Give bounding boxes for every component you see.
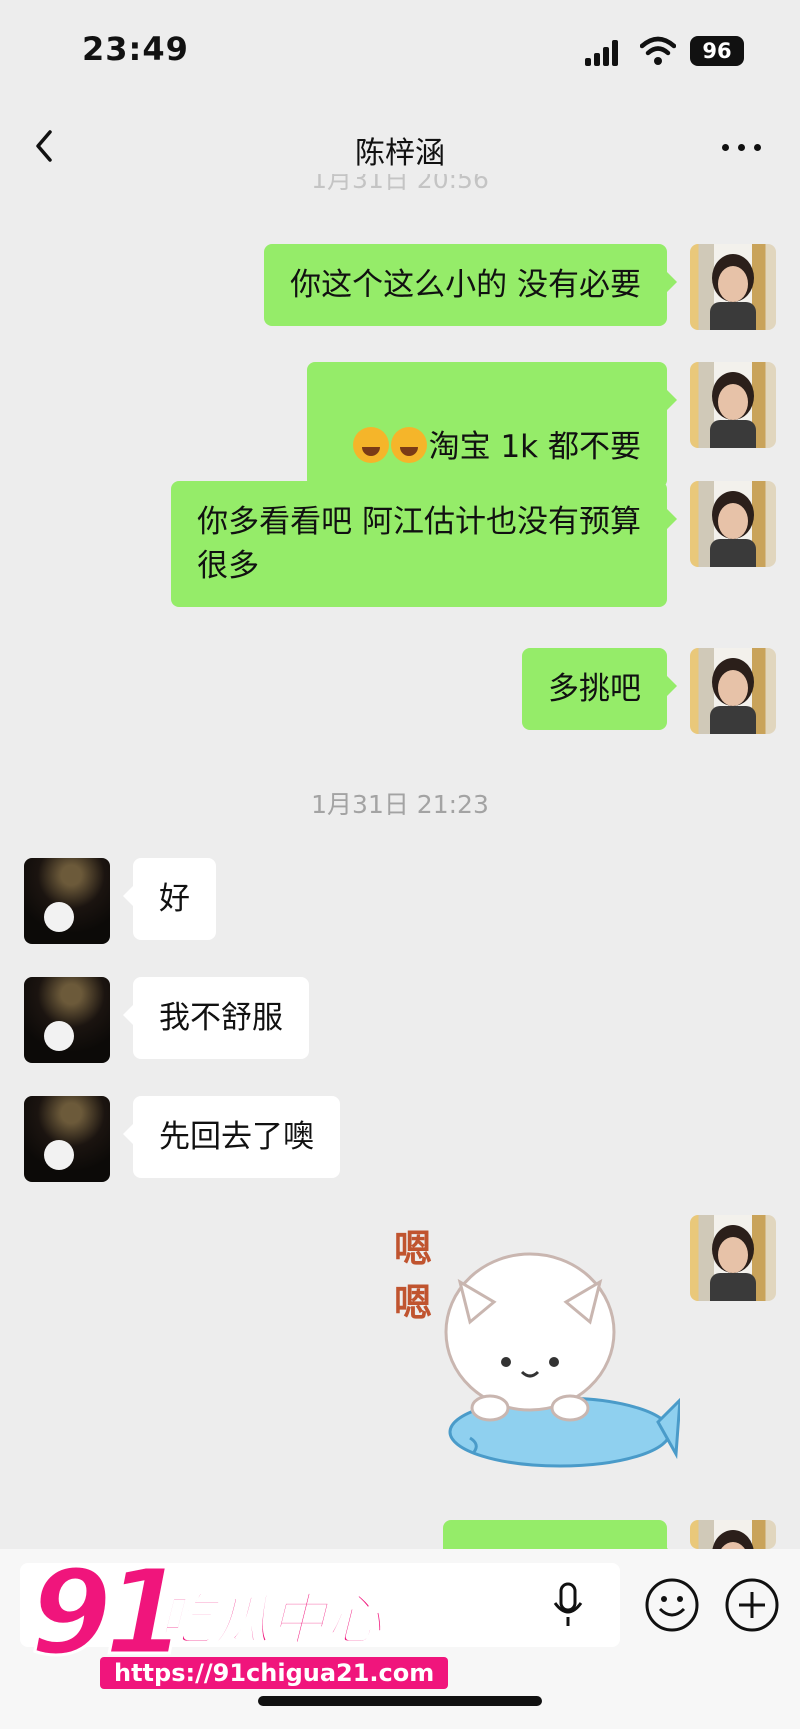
message-outgoing[interactable]: 淘宝 1k 都不要 — [306, 362, 678, 488]
watermark-url: https://91chigua21.com — [100, 1657, 449, 1689]
emoji-icon[interactable] — [644, 1577, 700, 1633]
message-outgoing-partial[interactable] — [443, 1520, 677, 1568]
cat-sticker[interactable]: 嗯 嗯 — [390, 1222, 680, 1482]
message-text: 淘宝 1k 都不要 — [428, 429, 641, 465]
avatar-contact[interactable] — [24, 977, 110, 1063]
message-outgoing[interactable]: 多挑吧 — [522, 648, 677, 730]
cat-on-fish-icon — [444, 1252, 680, 1468]
message-outgoing[interactable]: 你这个这么小的 没有必要 — [264, 244, 677, 326]
avatar-contact[interactable] — [24, 1096, 110, 1182]
timestamp: 1月31日 21:23 — [311, 790, 489, 819]
chat-title: 陈梓涵 — [355, 136, 445, 171]
mic-icon[interactable] — [552, 1581, 584, 1629]
laughing-tears-emoji — [352, 427, 389, 463]
laughing-tears-emoji — [390, 427, 427, 463]
wifi-icon — [640, 36, 676, 65]
watermark-number: 91 — [28, 1543, 187, 1681]
plus-icon[interactable] — [724, 1577, 780, 1633]
battery-indicator: 96 — [690, 36, 744, 66]
status-time: 23:49 — [82, 30, 189, 68]
watermark: 91 吃瓜中心 https://91chigua21.com — [0, 1543, 449, 1699]
message-incoming[interactable]: 先回去了噢 — [123, 1096, 340, 1178]
avatar-self[interactable] — [690, 481, 776, 567]
avatar-self[interactable] — [690, 244, 776, 330]
home-indicator — [258, 1696, 542, 1706]
avatar-self[interactable] — [690, 1520, 776, 1549]
message-incoming[interactable]: 好 — [123, 858, 216, 940]
watermark-name: 吃瓜中心 — [157, 1587, 383, 1654]
message-incoming[interactable]: 我不舒服 — [123, 977, 309, 1059]
avatar-self[interactable] — [690, 648, 776, 734]
avatar-contact[interactable] — [24, 858, 110, 944]
avatar-self[interactable] — [690, 362, 776, 448]
status-bar: 23:49 96 — [0, 0, 800, 110]
message-outgoing[interactable]: 你多看看吧 阿江估计也没有预算 很多 — [171, 481, 677, 607]
timestamp: 1月31日 20:56 — [311, 174, 489, 194]
more-icon[interactable] — [720, 132, 764, 162]
signal-icon — [585, 40, 625, 66]
avatar-self[interactable] — [690, 1215, 776, 1301]
